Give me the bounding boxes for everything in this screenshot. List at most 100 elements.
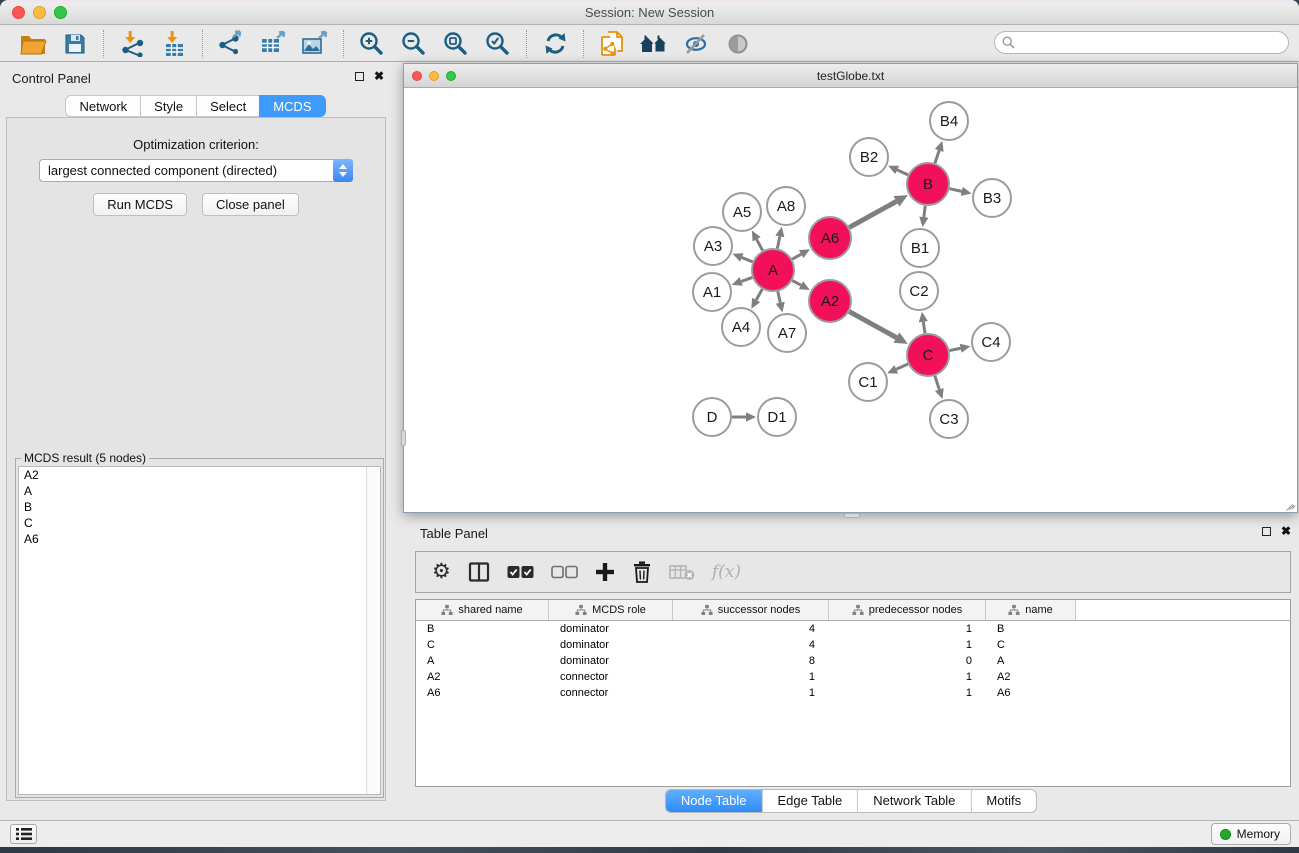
table-cell[interactable]: 4 [673,639,829,651]
export-table-icon[interactable] [252,29,294,59]
graph-edge-B-B1[interactable] [924,206,925,217]
column-header-successor-nodes[interactable]: successor nodes [673,600,829,620]
graph-edge-A-A6[interactable] [792,254,801,259]
graph-edge-C-C1[interactable] [896,364,908,369]
refresh-icon[interactable] [534,29,576,59]
mcds-result-item[interactable]: A6 [19,531,380,547]
network-canvas[interactable]: B4B2BB3A8A5A6A3B1AC2A1A2A4A7C4CC1C3DD1 [404,88,1297,512]
export-image-icon[interactable] [294,29,336,59]
open-file-icon[interactable] [12,29,54,59]
table-cell[interactable]: A2 [986,671,1076,683]
save-session-icon[interactable] [54,29,96,59]
table-cell[interactable]: 1 [829,623,986,635]
column-header-shared-name[interactable]: shared name [416,600,549,620]
zoom-in-icon[interactable] [351,29,393,59]
resize-grip-icon[interactable] [1283,498,1295,510]
memory-button[interactable]: Memory [1211,823,1291,845]
tab-node-table[interactable]: Node Table [666,790,762,812]
table-cell[interactable]: 1 [829,687,986,699]
column-header-predecessor-nodes[interactable]: predecessor nodes [829,600,986,620]
tab-select[interactable]: Select [196,95,260,117]
graph-edge-A-A3[interactable] [742,258,753,262]
import-table-icon[interactable] [153,29,195,59]
network-window-titlebar[interactable]: testGlobe.txt [404,64,1297,88]
table-row[interactable]: A2connector11A2 [416,669,1290,685]
table-cell[interactable]: A6 [416,687,549,699]
table-cell[interactable]: 1 [829,671,986,683]
function-builder-icon[interactable]: f(x) [712,562,741,582]
graph-edge-A6-B[interactable] [849,201,896,227]
mcds-result-item[interactable]: A2 [19,467,380,483]
mcds-result-item[interactable]: C [19,515,380,531]
result-scrollbar[interactable] [366,467,380,794]
splitter-grip-vertical[interactable] [401,430,406,446]
table-cell[interactable]: B [416,623,549,635]
export-network-icon[interactable] [210,29,252,59]
graph-edge-A-A1[interactable] [741,277,752,281]
show-all-icon[interactable] [717,29,759,59]
graph-edge-A-A2[interactable] [792,281,801,286]
add-column-icon[interactable] [595,562,615,582]
table-cell[interactable]: C [416,639,549,651]
tab-style[interactable]: Style [140,95,197,117]
table-cell[interactable]: dominator [549,623,673,635]
delete-column-icon[interactable] [632,561,652,583]
select-all-icon[interactable] [507,565,534,579]
column-header-MCDS-role[interactable]: MCDS role [549,600,673,620]
table-cell[interactable]: A [986,655,1076,667]
graph-edge-C-C4[interactable] [950,348,961,350]
table-cell[interactable]: connector [549,687,673,699]
import-network-icon[interactable] [111,29,153,59]
table-cell[interactable]: 0 [829,655,986,667]
table-row[interactable]: Bdominator41B [416,621,1290,637]
search-input[interactable] [1019,33,1288,52]
tab-network-table[interactable]: Network Table [857,790,970,812]
show-columns-icon[interactable] [468,561,490,583]
deselect-all-icon[interactable] [551,565,578,579]
table-cell[interactable]: 1 [673,671,829,683]
table-cell[interactable]: 8 [673,655,829,667]
graph-edge-B-B4[interactable] [935,150,939,163]
table-cell[interactable]: connector [549,671,673,683]
float-panel-icon[interactable] [355,72,364,81]
graph-edge-A-A5[interactable] [757,239,763,250]
tab-edge-table[interactable]: Edge Table [761,790,857,812]
column-header-name[interactable]: name [986,600,1076,620]
table-cell[interactable]: A6 [986,687,1076,699]
first-neighbors-icon[interactable] [633,29,675,59]
zoom-fit-icon[interactable] [435,29,477,59]
table-row[interactable]: A6connector11A6 [416,685,1290,701]
table-cell[interactable]: A [416,655,549,667]
mcds-result-item[interactable]: B [19,499,380,515]
hide-selected-icon[interactable] [675,29,717,59]
mcds-result-item[interactable]: A [19,483,380,499]
table-cell[interactable]: dominator [549,639,673,651]
table-cell[interactable]: A2 [416,671,549,683]
graph-edge-C-C2[interactable] [923,322,925,334]
tab-mcds[interactable]: MCDS [259,95,325,117]
close-panel-button[interactable]: Close panel [202,193,299,216]
graph-edge-A-A8[interactable] [777,236,779,248]
close-panel-icon[interactable]: ✖ [374,71,384,82]
table-cell[interactable]: dominator [549,655,673,667]
table-cell[interactable]: 1 [829,639,986,651]
tab-network[interactable]: Network [65,95,141,117]
graph-edge-C-C3[interactable] [935,376,939,390]
task-history-button[interactable] [10,824,37,844]
tab-motifs[interactable]: Motifs [970,790,1036,812]
table-cell[interactable]: 1 [673,687,829,699]
graph-edge-A-A7[interactable] [778,291,781,302]
zoom-selected-icon[interactable] [477,29,519,59]
table-cell[interactable]: C [986,639,1076,651]
mcds-result-list[interactable]: A2ABCA6 [18,466,381,795]
close-table-panel-icon[interactable]: ✖ [1281,526,1291,537]
graph-edge-A-A4[interactable] [756,289,762,300]
table-row[interactable]: Adominator80A [416,653,1290,669]
table-cell[interactable]: 4 [673,623,829,635]
graph-edge-B-B2[interactable] [897,170,908,175]
criterion-dropdown[interactable]: largest connected component (directed) [39,159,353,182]
zoom-out-icon[interactable] [393,29,435,59]
search-field[interactable] [994,31,1289,54]
run-mcds-button[interactable]: Run MCDS [93,193,187,216]
new-network-from-selection-icon[interactable] [591,29,633,59]
